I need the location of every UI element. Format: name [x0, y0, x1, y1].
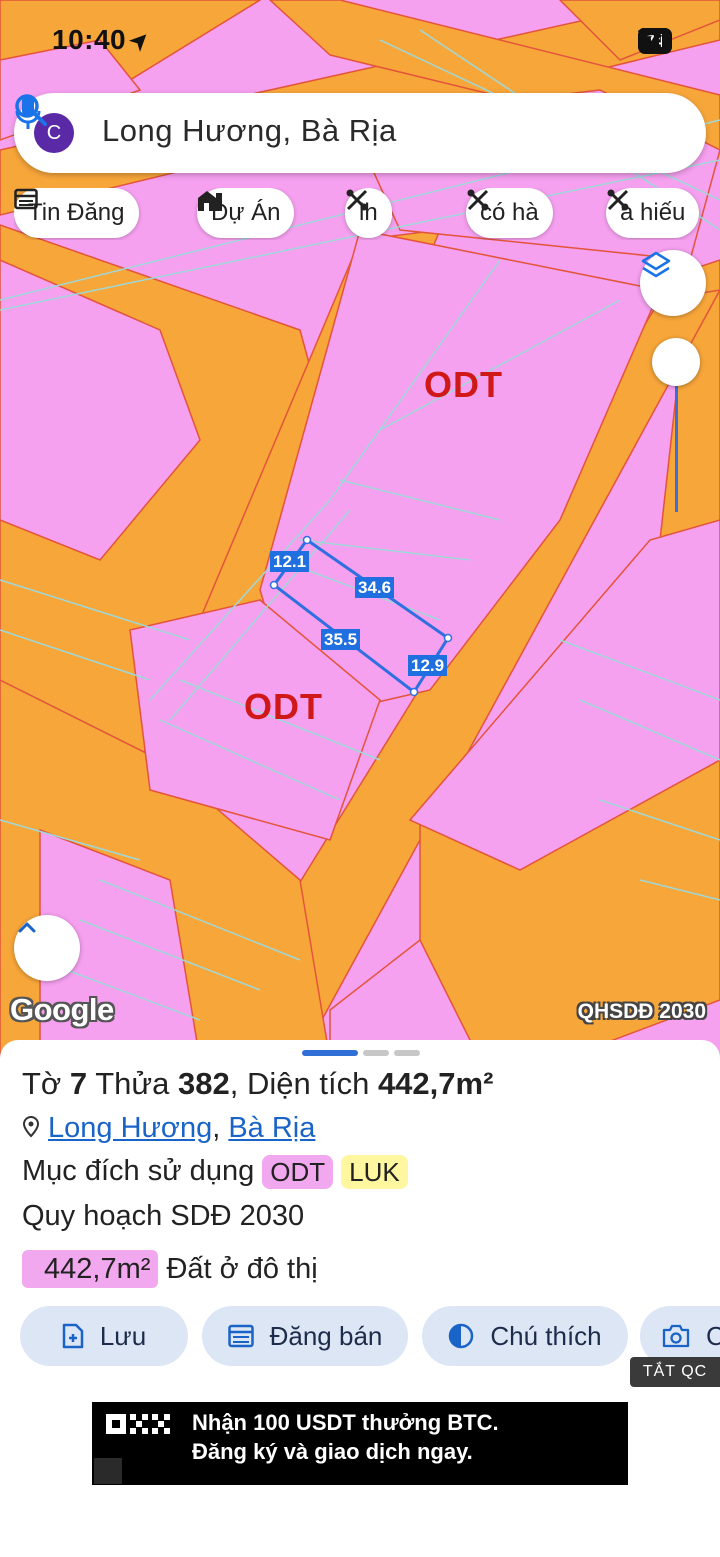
- tag-luk[interactable]: LUK: [341, 1155, 408, 1190]
- action-buttons: Lưu Đăng bán Chú thích C: [0, 1306, 720, 1368]
- land-use-purpose: Mục đích sử dụng ODT LUK: [22, 1155, 408, 1190]
- calendar-list-icon: [14, 188, 38, 210]
- zone-label-odt: ODT: [424, 364, 503, 405]
- legend-button-label: Chú thích: [490, 1320, 602, 1351]
- search-bar[interactable]: C Long Hương, Bà Rịa: [14, 93, 706, 173]
- ward-link[interactable]: Long Hương: [48, 1112, 212, 1144]
- area-detail: 442,7m² Đất ở đô thị: [22, 1250, 318, 1288]
- plan-label: Quy hoạch SDĐ 2030: [22, 1200, 305, 1232]
- ad-banner[interactable]: Nhận 100 USDT thưởng BTC. Đăng ký và gia…: [92, 1402, 628, 1485]
- save-button[interactable]: Lưu: [20, 1306, 188, 1366]
- area-value-pill: 442,7m²: [22, 1250, 159, 1288]
- tag-odt[interactable]: ODT: [262, 1155, 334, 1190]
- area-description: Đất ở đô thị: [166, 1253, 318, 1285]
- chip-a-hieu[interactable]: a hiếu: [606, 188, 700, 238]
- map-view[interactable]: ODT ODT 12.1 34.6 35.5 12.9 10:40➤ 74 C …: [0, 0, 720, 1060]
- parcel-title: Tờ 7 Thửa 382, Diện tích 442,7m²: [22, 1066, 494, 1101]
- layers-button[interactable]: [640, 250, 706, 316]
- okx-logo: [106, 1414, 170, 1434]
- tools-icon: [467, 189, 489, 211]
- dimension-label: 34.6: [355, 577, 395, 598]
- capture-button-label: C: [706, 1320, 720, 1351]
- save-button-label: Lưu: [99, 1320, 147, 1351]
- post-sale-button[interactable]: Đăng bán: [202, 1306, 408, 1366]
- ad-subline: Đăng ký và giao dịch ngay.: [192, 1439, 473, 1464]
- tools-icon: [607, 189, 629, 211]
- expand-up-button[interactable]: [14, 915, 80, 981]
- dimension-label: 12.9: [408, 655, 448, 676]
- calendar-list-icon: [227, 1324, 254, 1348]
- google-logo: Google: [10, 992, 114, 1027]
- dimension-label: 35.5: [321, 629, 361, 650]
- ad-headline: Nhận 100 USDT thưởng BTC.: [192, 1410, 499, 1435]
- chip-label: Tin Đăng: [28, 199, 125, 226]
- ad-choices-icon[interactable]: [94, 1458, 122, 1484]
- mic-icon[interactable]: [14, 93, 42, 135]
- tools-icon: [346, 189, 368, 211]
- chevron-up-icon: [18, 922, 36, 933]
- layer-name-label: QHSDĐ 2030: [577, 1000, 706, 1023]
- status-time: 10:40➤: [52, 24, 156, 56]
- location-separator: ,: [212, 1112, 221, 1144]
- layers-icon: [641, 251, 671, 278]
- add-file-icon: [62, 1323, 84, 1349]
- chip-lh[interactable]: lh: [345, 188, 392, 238]
- camera-icon: [662, 1324, 690, 1348]
- chip-tin-dang[interactable]: Tin Đăng: [14, 188, 139, 238]
- legend-button[interactable]: Chú thích: [422, 1306, 628, 1366]
- close-ad-button[interactable]: TẮT QC: [630, 1357, 720, 1387]
- search-input[interactable]: Long Hương, Bà Rịa: [102, 113, 397, 149]
- post-sale-button-label: Đăng bán: [269, 1320, 383, 1351]
- location-pin-icon: [22, 1115, 40, 1138]
- chip-du-an[interactable]: Dự Án: [197, 188, 295, 238]
- filter-chips: Tin Đăng Dự Án lh có hà a hiếu: [14, 188, 720, 240]
- city-link[interactable]: Bà Rịa: [228, 1112, 315, 1144]
- wifi-icon: [637, 28, 666, 47]
- chip-co-ha[interactable]: có hà: [466, 188, 553, 238]
- contrast-icon: [449, 1323, 474, 1349]
- building-icon: [198, 191, 222, 211]
- zone-label-odt: ODT: [244, 686, 323, 727]
- opacity-slider-handle[interactable]: [652, 338, 700, 386]
- status-icons: 74: [637, 28, 672, 54]
- parcel-location: Long Hương, Bà Rịa: [22, 1112, 315, 1145]
- dimension-label: 12.1: [270, 551, 310, 572]
